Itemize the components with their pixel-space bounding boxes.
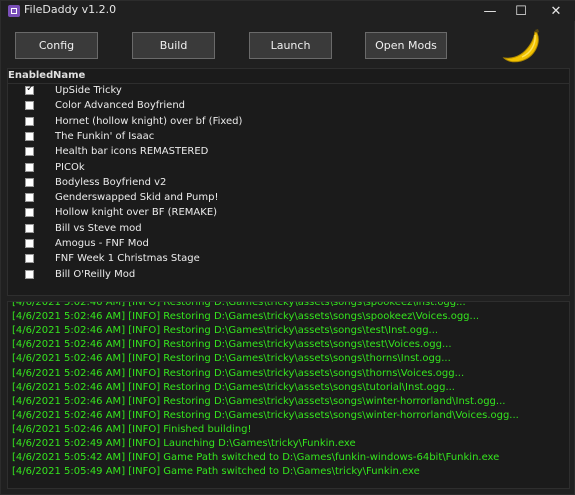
enabled-checkbox[interactable]: [25, 101, 34, 111]
launch-button[interactable]: Launch: [249, 32, 332, 59]
open-mods-button[interactable]: Open Mods: [365, 32, 447, 59]
log-line: [4/6/2021 5:02:46 AM] [INFO] Restoring D…: [12, 395, 506, 407]
mod-name: Hornet (hollow knight) over bf (Fixed): [55, 115, 243, 127]
mod-name: Bill vs Steve mod: [55, 222, 142, 234]
log-line: [4/6/2021 5:02:46 AM] [INFO] Restoring D…: [12, 339, 452, 351]
table-row[interactable]: Bodyless Boyfriend v2: [8, 176, 569, 191]
table-row[interactable]: The Funkin' of Isaac: [8, 130, 569, 145]
mod-name: Health bar icons REMASTERED: [55, 146, 209, 158]
enabled-checkbox[interactable]: [25, 131, 34, 141]
app-icon: [8, 5, 20, 17]
column-header-name[interactable]: Name: [53, 70, 85, 81]
enabled-checkbox[interactable]: [25, 254, 34, 264]
mod-name: Genderswapped Skid and Pump!: [55, 192, 219, 204]
mod-name: UpSide Tricky: [55, 85, 122, 96]
table-header: Enabled Name: [8, 69, 569, 84]
log-line: [4/6/2021 5:02:46 AM] [INFO] Restoring D…: [12, 367, 465, 379]
table-row[interactable]: UpSide Tricky: [8, 83, 569, 99]
mod-name: Bill O'Reilly Mod: [55, 268, 136, 280]
table-row[interactable]: Bill O'Reilly Mod: [8, 268, 569, 283]
log-line: [4/6/2021 5:02:46 AM] [INFO] Restoring D…: [12, 381, 455, 393]
table-row[interactable]: Color Advanced Boyfriend: [8, 99, 569, 114]
enabled-checkbox[interactable]: [25, 208, 34, 218]
enabled-checkbox[interactable]: [25, 223, 34, 233]
log-line: [4/6/2021 5:05:49 AM] [INFO] Game Path s…: [12, 466, 420, 478]
table-row[interactable]: Bill vs Steve mod: [8, 222, 569, 237]
enabled-checkbox[interactable]: [25, 193, 34, 203]
mod-name: Hollow knight over BF (REMAKE): [55, 207, 218, 219]
log-output[interactable]: [4/6/2021 5:02:46 AM] [INFO] Restoring D…: [7, 301, 570, 489]
log-line: [4/6/2021 5:02:46 AM] [INFO] Finished bu…: [12, 423, 252, 435]
mod-name: The Funkin' of Isaac: [55, 130, 155, 142]
table-row[interactable]: Health bar icons REMASTERED: [8, 145, 569, 160]
enabled-checkbox[interactable]: [25, 83, 34, 95]
table-row[interactable]: Amogus - FNF Mod: [8, 237, 569, 252]
enabled-checkbox[interactable]: [25, 239, 34, 248]
mods-table[interactable]: Enabled Name UpSide Tricky Color Advanced…: [7, 68, 570, 296]
maximize-button[interactable]: ☐: [506, 1, 536, 21]
mod-name: Amogus - FNF Mod: [55, 238, 149, 249]
log-line: [4/6/2021 5:02:46 AM] [INFO] Restoring D…: [12, 325, 439, 337]
log-line: [4/6/2021 5:02:46 AM] [INFO] Restoring D…: [12, 301, 466, 308]
app-window: FileDaddy v1.2.0 — ☐ ✕ Config Build Laun…: [0, 0, 575, 495]
title-bar[interactable]: FileDaddy v1.2.0 — ☐ ✕: [1, 1, 575, 21]
table-row[interactable]: Hollow knight over BF (REMAKE): [8, 206, 569, 221]
log-line: [4/6/2021 5:05:42 AM] [INFO] Game Path s…: [12, 452, 500, 464]
log-line: [4/6/2021 5:02:46 AM] [INFO] Restoring D…: [12, 353, 451, 365]
table-row[interactable]: Hornet (hollow knight) over bf (Fixed): [8, 115, 569, 130]
enabled-checkbox[interactable]: [25, 162, 34, 172]
log-line: [4/6/2021 5:02:49 AM] [INFO] Launching D…: [12, 438, 356, 449]
enabled-checkbox[interactable]: [25, 269, 34, 279]
mod-name: PICOk: [55, 161, 85, 173]
close-button[interactable]: ✕: [541, 1, 571, 21]
table-row[interactable]: PICOk: [8, 161, 569, 176]
mod-name: Color Advanced Boyfriend: [55, 100, 186, 112]
enabled-checkbox[interactable]: [25, 116, 34, 126]
column-header-enabled[interactable]: Enabled: [8, 70, 53, 81]
window-title: FileDaddy v1.2.0: [24, 3, 117, 16]
mod-name: Bodyless Boyfriend v2: [55, 176, 167, 188]
config-button[interactable]: Config: [15, 32, 98, 59]
minimize-button[interactable]: —: [475, 1, 505, 21]
log-line: [4/6/2021 5:02:46 AM] [INFO] Restoring D…: [12, 311, 480, 323]
banana-icon: [502, 29, 539, 63]
mod-name: FNF Week 1 Christmas Stage: [55, 253, 200, 265]
log-line: [4/6/2021 5:02:46 AM] [INFO] Restoring D…: [12, 409, 519, 421]
table-row[interactable]: FNF Week 1 Christmas Stage: [8, 252, 569, 267]
table-row[interactable]: Genderswapped Skid and Pump!: [8, 191, 569, 206]
enabled-checkbox[interactable]: [25, 147, 34, 157]
enabled-checkbox[interactable]: [25, 177, 34, 187]
build-button[interactable]: Build: [132, 32, 215, 59]
